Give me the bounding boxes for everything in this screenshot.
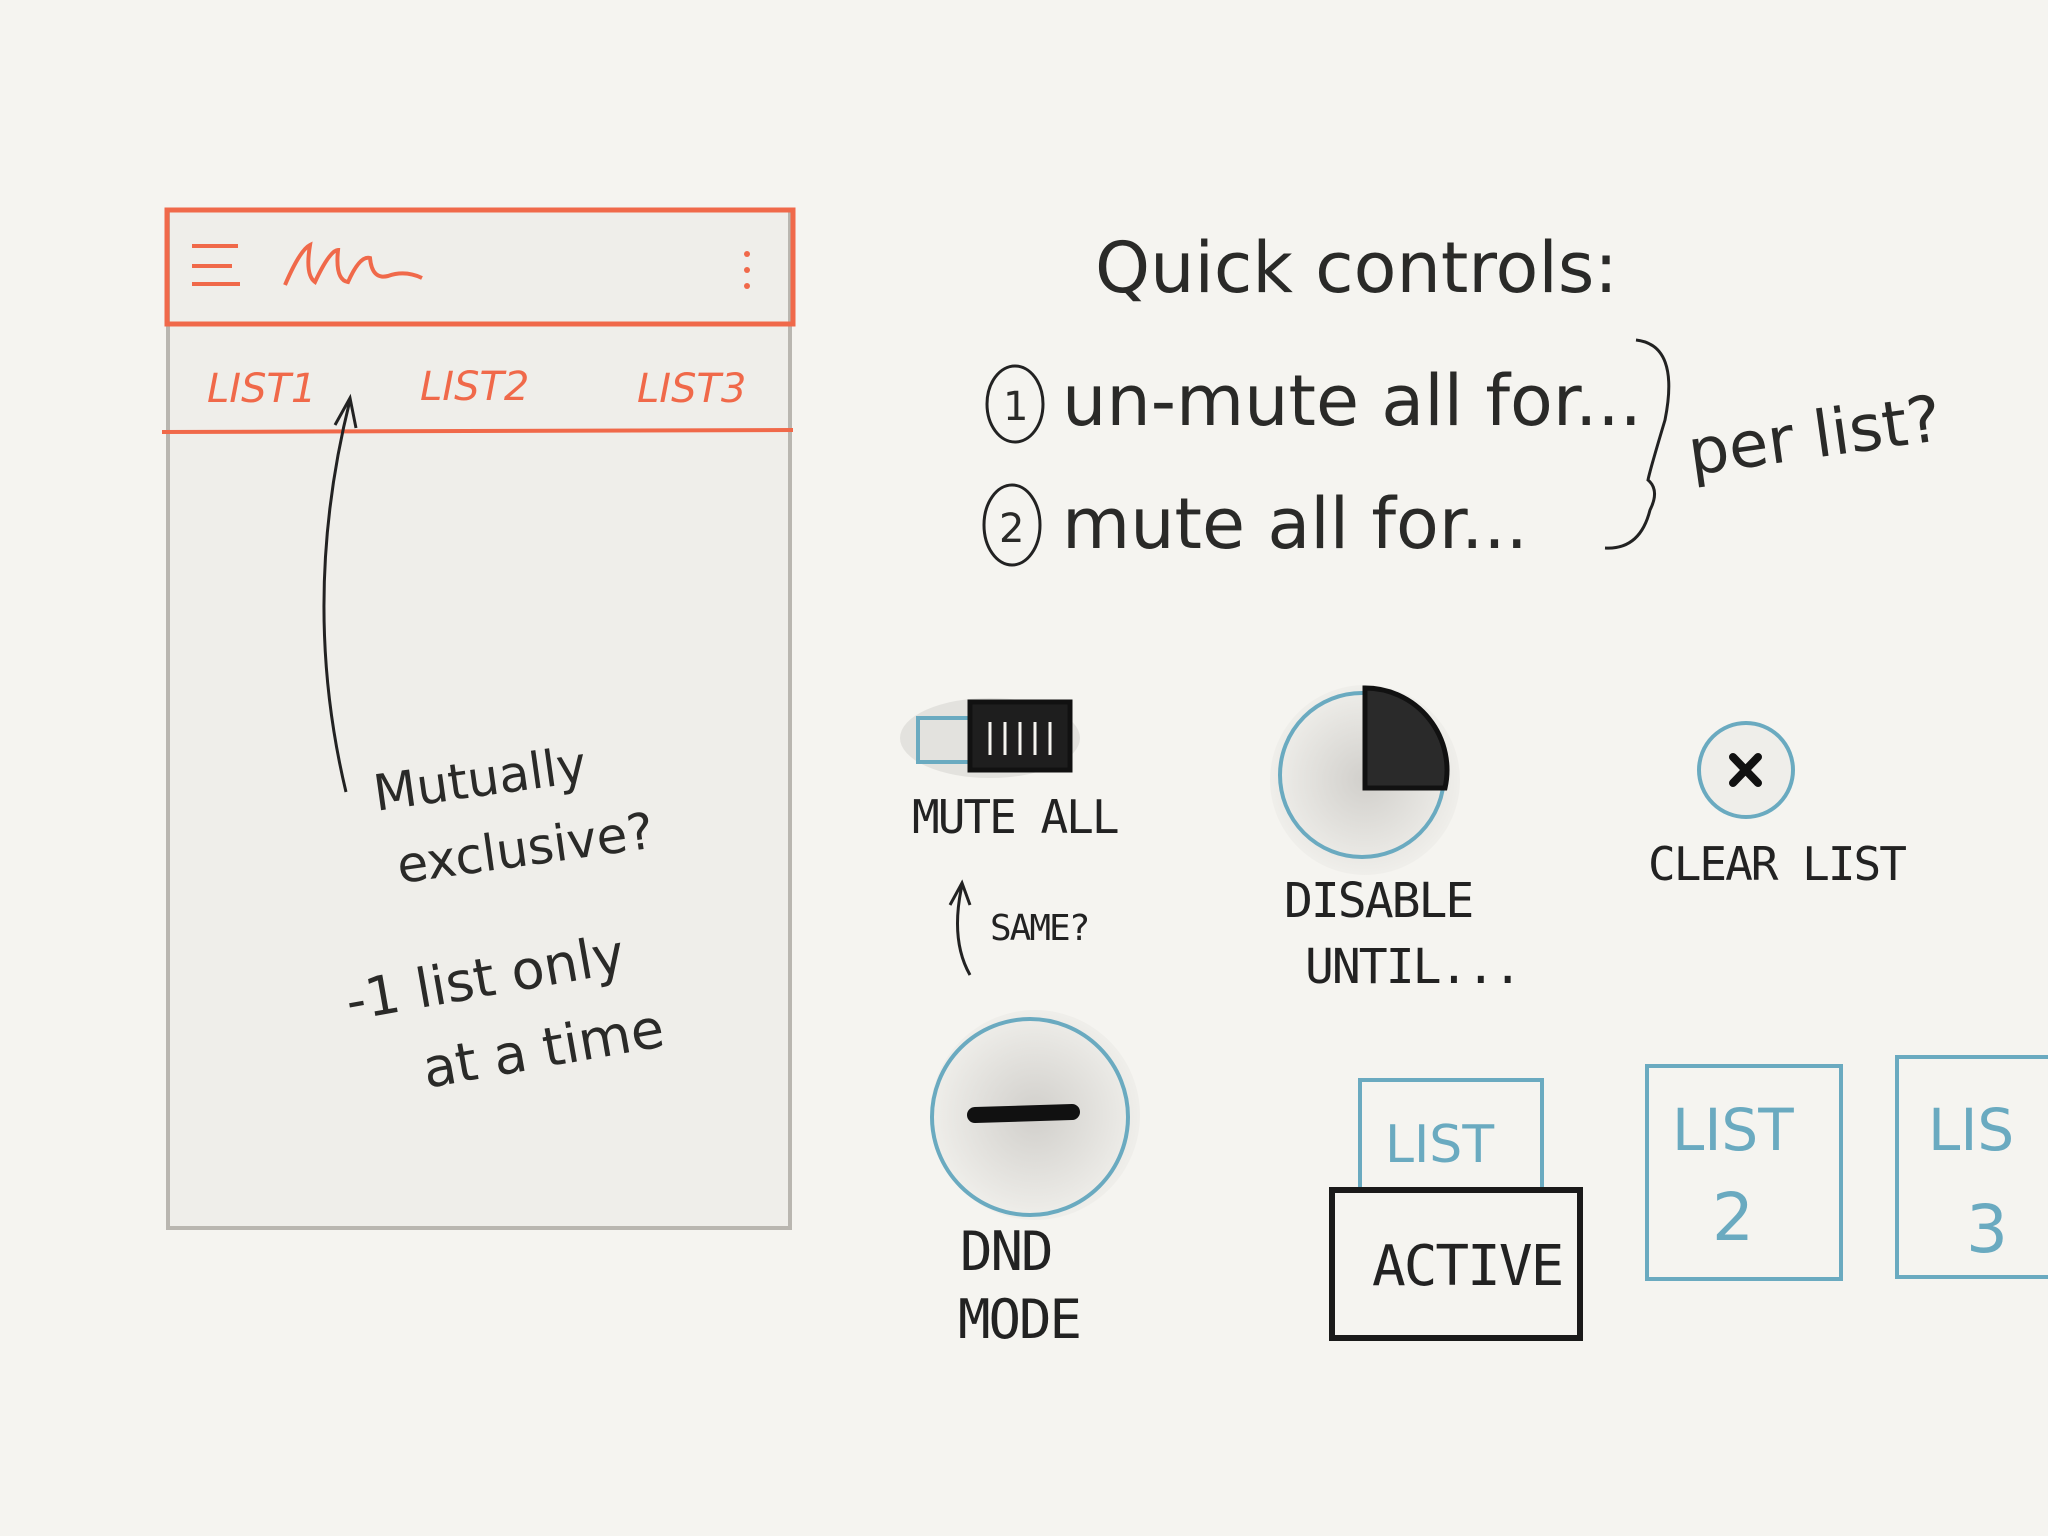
- disable-label1: DISABLE: [1284, 873, 1472, 929]
- item1-text: un-mute all for...: [1062, 360, 1642, 442]
- mute-all-label: MUTE ALL: [912, 790, 1118, 844]
- phone-wireframe: LIST1 LIST2 LIST3 Mutually exclusive? -1…: [161, 207, 796, 1230]
- tab-list3[interactable]: LIST3: [637, 366, 746, 412]
- tab-list2[interactable]: LIST2: [420, 364, 529, 410]
- clear-list-control[interactable]: CLEAR LIST: [1648, 721, 1908, 891]
- dnd-mode-control[interactable]: DND MODE: [930, 1010, 1140, 1351]
- sketch-canvas: LIST1 LIST2 LIST3 Mutually exclusive? -1…: [0, 0, 2048, 1536]
- same-note: SAME?: [990, 908, 1088, 949]
- list-card-active[interactable]: LIST ACTIVE: [1329, 1078, 1583, 1341]
- item2-text: mute all for...: [1062, 483, 1528, 565]
- sketch-drawing: LIST1 LIST2 LIST3 Mutually exclusive? -1…: [161, 207, 2048, 1351]
- disable-until-control[interactable]: DISABLE UNTIL...: [1270, 685, 1522, 995]
- list-card-2[interactable]: LIST 2: [1645, 1064, 1843, 1281]
- tab-list1[interactable]: LIST1: [207, 366, 316, 412]
- quick-controls-title: Quick controls:: [1095, 227, 1618, 309]
- disable-label2: UNTIL...: [1305, 939, 1520, 995]
- list-card-3[interactable]: LIS 3: [1895, 1055, 2048, 1279]
- item2-number: 2: [999, 506, 1024, 552]
- active-label: ACTIVE: [1372, 1234, 1562, 1299]
- list-card-3-label: LIS: [1928, 1096, 2014, 1164]
- dnd-label1: DND: [960, 1220, 1052, 1283]
- list-card-2-number: 2: [1712, 1179, 1754, 1256]
- clear-list-label: CLEAR LIST: [1648, 837, 1906, 891]
- list-card-2-label: LIST: [1672, 1096, 1794, 1164]
- timer-pie-icon: [1362, 685, 1450, 791]
- tabs-divider: [161, 428, 794, 434]
- list-card-3-number: 3: [1966, 1191, 2008, 1268]
- list-card-active-label: LIST: [1385, 1115, 1494, 1175]
- brace-note: per list?: [1683, 382, 1945, 491]
- minus-icon: [967, 1104, 1080, 1123]
- quick-controls-notes: Quick controls: 1 un-mute all for... 2 m…: [982, 227, 1946, 567]
- dnd-label2: MODE: [958, 1288, 1080, 1351]
- item1-number: 1: [1003, 384, 1028, 430]
- up-arrow-icon: [948, 879, 972, 976]
- mute-all-control[interactable]: MUTE ALL: [900, 698, 1120, 844]
